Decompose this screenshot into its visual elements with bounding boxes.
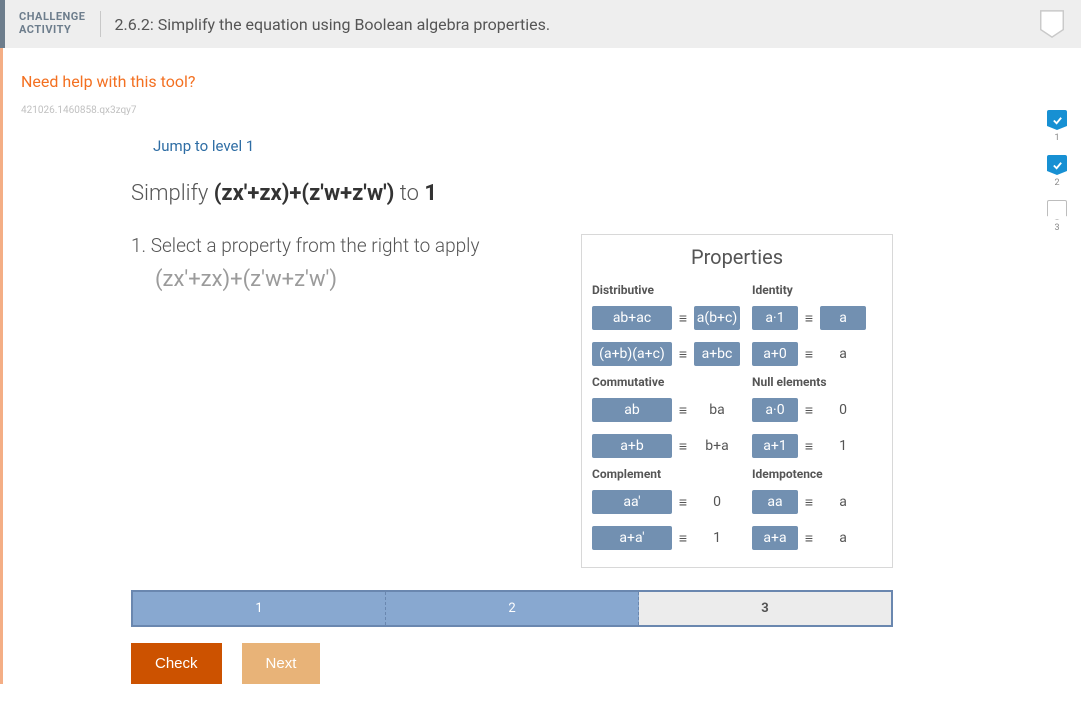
equiv-icon: ≡ [672, 346, 694, 363]
equiv-icon: ≡ [798, 530, 820, 547]
commutative-row-1: ab ≡ ba [592, 395, 740, 425]
prop-one-text-2: 1 [820, 438, 866, 454]
prop-aplusb-aplusc-button[interactable]: (a+b)(a+c) [592, 342, 672, 366]
prompt-text: Simplify (zx'+zx)+(z'w+z'w') to 1 [131, 181, 893, 206]
button-row: Check Next [131, 643, 893, 684]
properties-panel: Properties Distributive ab+ac ≡ a(b+c) (… [581, 234, 893, 568]
prop-a-dot-1-button[interactable]: a·1 [752, 306, 798, 330]
prompt-prefix: Simplify [131, 181, 214, 206]
equiv-icon: ≡ [798, 310, 820, 327]
equiv-icon: ≡ [672, 530, 694, 547]
workspace: 1. Select a property from the right to a… [131, 234, 581, 568]
distributive-label: Distributive [592, 283, 740, 297]
null-elements-label: Null elements [752, 375, 882, 389]
prop-one-text: 1 [694, 530, 740, 546]
prop-aa-button[interactable]: aa [752, 490, 798, 514]
prop-ab-plus-ac-button[interactable]: ab+ac [592, 306, 672, 330]
equiv-icon: ≡ [798, 402, 820, 419]
identity-label: Identity [752, 283, 882, 297]
challenge-label-line2: ACTIVITY [19, 23, 71, 36]
complement-label: Complement [592, 467, 740, 481]
check-icon [1047, 110, 1067, 130]
prompt-expression: (zx'+zx)+(z'w+z'w') [214, 181, 395, 206]
distributive-row-2: (a+b)(a+c) ≡ a+bc [592, 339, 740, 369]
prop-aplus0-button[interactable]: a+0 [752, 342, 798, 366]
null-row-2: a+1 ≡ 1 [752, 431, 882, 461]
commutative-label: Commutative [592, 375, 740, 389]
equiv-icon: ≡ [672, 494, 694, 511]
equiv-icon: ≡ [672, 438, 694, 455]
identity-group: Identity a·1 ≡ a a+0 ≡ a Null elements [752, 277, 882, 559]
prop-a-button[interactable]: a [820, 306, 866, 330]
prop-a-text-2: a [820, 494, 866, 510]
distributive-row-1: ab+ac ≡ a(b+c) [592, 303, 740, 333]
equiv-icon: ≡ [798, 494, 820, 511]
prop-aplus1-button[interactable]: a+1 [752, 434, 798, 458]
prop-zero-text: 0 [694, 494, 740, 510]
exercise-code-id: 421026.1460858.qx3zqy7 [21, 105, 1063, 116]
progress-seg-2[interactable]: 2 [386, 592, 639, 625]
challenge-header: CHALLENGE ACTIVITY 2.6.2: Simplify the e… [0, 0, 1081, 48]
check-button[interactable]: Check [131, 643, 222, 684]
shield-icon [1037, 9, 1067, 39]
content-column: Jump to level 1 Simplify (zx'+zx)+(z'w+z… [21, 136, 1063, 684]
prop-a-text-3: a [820, 530, 866, 546]
equiv-icon: ≡ [672, 402, 694, 419]
prop-aplusb-button[interactable]: a+b [592, 434, 672, 458]
prop-a-dot-0-button[interactable]: a·0 [752, 398, 798, 422]
equiv-icon: ≡ [672, 310, 694, 327]
prop-aplusa-button[interactable]: a+a [752, 526, 798, 550]
commutative-row-2: a+b ≡ b+a [592, 431, 740, 461]
identity-row-2: a+0 ≡ a [752, 339, 882, 369]
idempotence-label: Idempotence [752, 467, 882, 481]
prompt-middle: to [400, 181, 425, 206]
null-row-1: a·0 ≡ 0 [752, 395, 882, 425]
help-link[interactable]: Need help with this tool? [21, 72, 195, 91]
main-area: Need help with this tool? 421026.1460858… [0, 48, 1081, 684]
prop-a-plus-bc-button[interactable]: a+bc [694, 342, 740, 366]
jump-to-level-link[interactable]: Jump to level 1 [153, 137, 254, 155]
complement-row-2: a+a' ≡ 1 [592, 523, 740, 553]
challenge-label-line1: CHALLENGE [19, 10, 86, 23]
equiv-icon: ≡ [798, 346, 820, 363]
current-expression: (zx'+zx)+(z'w+z'w') [131, 267, 565, 292]
distributive-group: Distributive ab+ac ≡ a(b+c) (a+b)(a+c) ≡… [592, 277, 740, 559]
next-button[interactable]: Next [242, 643, 321, 684]
prop-a-times-b-plus-c-button[interactable]: a(b+c) [694, 306, 740, 330]
idem-row-2: a+a ≡ a [752, 523, 882, 553]
activity-title: 2.6.2: Simplify the equation using Boole… [101, 15, 551, 34]
identity-row-1: a·1 ≡ a [752, 303, 882, 333]
body-row: 1. Select a property from the right to a… [131, 234, 893, 568]
progress-seg-3[interactable]: 3 [639, 592, 891, 625]
prop-zero-text-2: 0 [820, 402, 866, 418]
prop-aaprime-button[interactable]: aa' [592, 490, 672, 514]
challenge-label: CHALLENGE ACTIVITY [19, 11, 101, 36]
prop-a-text: a [820, 346, 866, 362]
progress-seg-1[interactable]: 1 [133, 592, 386, 625]
instruction-text: 1. Select a property from the right to a… [131, 234, 565, 257]
complement-row-1: aa' ≡ 0 [592, 487, 740, 517]
prop-ab-button[interactable]: ab [592, 398, 672, 422]
prop-bplusa-text: b+a [694, 438, 740, 454]
prompt-target: 1 [424, 181, 437, 206]
prop-aplusaprime-button[interactable]: a+a' [592, 526, 672, 550]
equiv-icon: ≡ [798, 438, 820, 455]
idem-row-1: aa ≡ a [752, 487, 882, 517]
prop-ba-text: ba [694, 402, 740, 418]
properties-title: Properties [582, 235, 892, 277]
progress-bar: 1 2 3 [131, 590, 893, 627]
